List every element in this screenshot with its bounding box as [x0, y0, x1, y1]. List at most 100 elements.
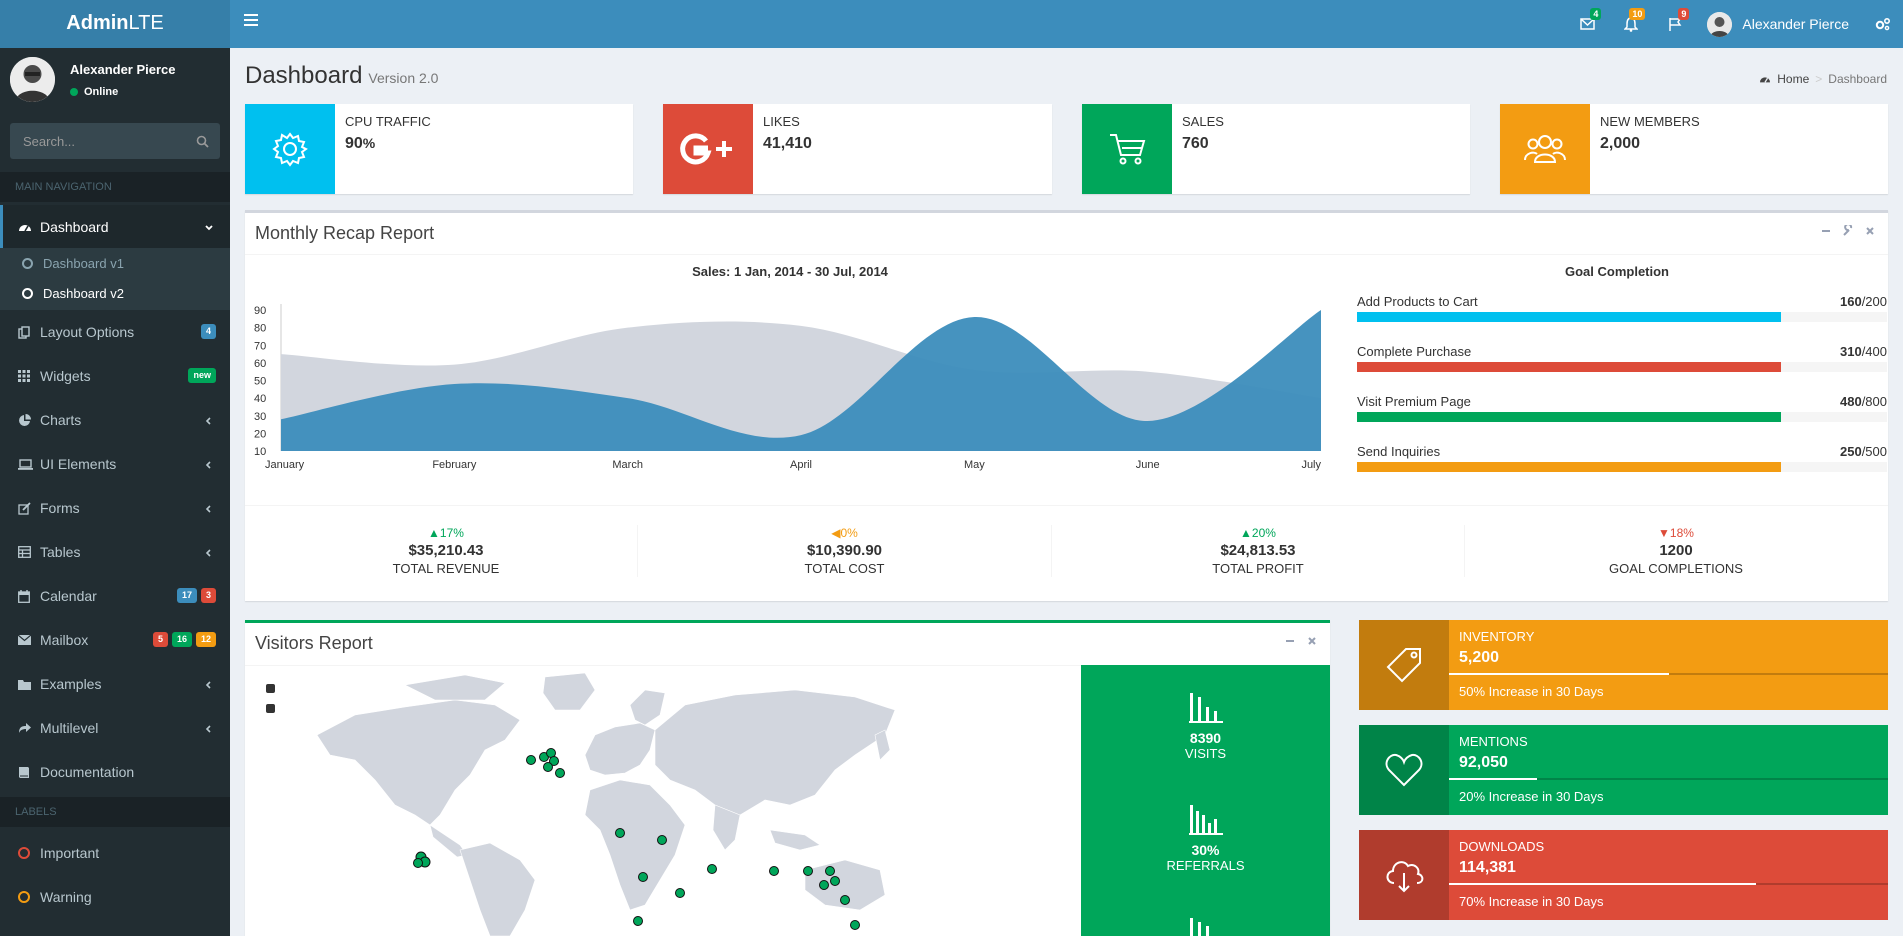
notifications-badge: 10 — [1629, 8, 1646, 20]
page-title: Dashboard — [245, 62, 363, 89]
calendar-badge-red: 3 — [200, 588, 216, 603]
inventory-box: INVENTORY 5,200 50% Increase in 30 Days — [1359, 620, 1888, 710]
minus-icon[interactable] — [1820, 225, 1832, 237]
sidebar-item-mailbox[interactable]: Mailbox 5 16 12 — [0, 618, 230, 662]
downloads-progress — [1449, 883, 1757, 885]
chevron-left-icon — [204, 501, 214, 517]
sidebar-item-multilevel[interactable]: Multilevel — [0, 706, 230, 750]
shopping-cart-icon — [1082, 104, 1172, 194]
sidebar-item-documentation[interactable]: Documentation — [0, 750, 230, 794]
circle-icon — [22, 257, 33, 269]
sidebar-item-forms[interactable]: Forms — [0, 486, 230, 530]
chart-y-tick: 50 — [254, 376, 266, 388]
bar-chart-icon-partial — [1081, 918, 1330, 936]
sidebar-item-examples[interactable]: Examples — [0, 662, 230, 706]
caret-down-icon: ▼ — [1658, 526, 1670, 540]
chart-y-tick: 30 — [254, 411, 266, 423]
sidebar-item-layout-options[interactable]: Layout Options 4 — [0, 310, 230, 354]
book-icon — [18, 766, 40, 779]
mailbox-badge-green: 16 — [171, 632, 192, 647]
mentions-progress — [1449, 778, 1537, 780]
sidebar-item-charts[interactable]: Charts — [0, 398, 230, 442]
goal-add-to-cart: Add Products to Cart 160/200 — [1357, 294, 1887, 322]
inventory-progress — [1449, 673, 1669, 675]
user-panel: Alexander Pierce Online — [0, 48, 230, 116]
mailbox-badge-red: 5 — [152, 632, 168, 647]
world-map[interactable] — [245, 665, 1081, 936]
chart-y-tick: 10 — [254, 446, 266, 458]
info-box-label: SALES — [1182, 114, 1224, 129]
sidebar-subitem-dashboard-v2[interactable]: Dashboard v2 — [0, 278, 230, 308]
info-box-likes: LIKES 41,410 — [663, 104, 1052, 194]
wrench-icon[interactable] — [1842, 225, 1854, 237]
chevron-left-icon — [204, 677, 214, 693]
tag-icon — [1359, 620, 1449, 710]
user-status: Online — [70, 86, 118, 98]
main-navigation-header: MAIN NAVIGATION — [0, 172, 230, 202]
goal-progress-fill — [1357, 362, 1781, 372]
close-icon[interactable] — [1864, 225, 1876, 237]
stat-total-revenue: ▲17% $35,210.43 TOTAL REVENUE — [392, 526, 500, 576]
chart-x-tick: April — [790, 459, 812, 471]
sidebar-item-widgets[interactable]: Widgets new — [0, 354, 230, 398]
widgets-badge: new — [188, 368, 216, 383]
th-icon — [18, 370, 40, 382]
sidebar-item-ui-elements[interactable]: UI Elements — [0, 442, 230, 486]
sidebar-item-calendar[interactable]: Calendar 17 3 — [0, 574, 230, 618]
envelope-icon — [18, 635, 40, 645]
goal-progress-fill — [1357, 462, 1781, 472]
info-box-label: NEW MEMBERS — [1600, 114, 1700, 129]
notifications-button[interactable]: 10 — [1609, 0, 1653, 48]
sidebar-item-tables[interactable]: Tables — [0, 530, 230, 574]
user-menu[interactable]: Alexander Pierce — [1697, 0, 1863, 48]
sidebar-search-input[interactable]: Search... — [10, 123, 220, 159]
labels-header: LABELS — [0, 797, 230, 827]
info-box-cpu-traffic: CPU TRAFFIC 90% — [245, 104, 633, 194]
visits-stat: 8390 VISITS — [1081, 693, 1330, 761]
referrals-stat: 30% REFERRALS — [1081, 805, 1330, 873]
sidebar-subitem-dashboard-v1[interactable]: Dashboard v1 — [0, 248, 230, 278]
goal-progress-fill — [1357, 312, 1781, 322]
share-icon — [18, 722, 40, 734]
goal-send-inquiries: Send Inquiries 250/500 — [1357, 444, 1887, 472]
app-logo[interactable]: AdminLTE — [0, 0, 230, 48]
chart-x-tick: January — [265, 459, 305, 471]
mailbox-badge-yellow: 12 — [195, 632, 216, 647]
top-navbar: 4 10 9 Alexander Pierce — [230, 0, 1903, 48]
breadcrumb-home-link[interactable]: Home — [1777, 72, 1809, 86]
messages-button[interactable]: 4 — [1565, 0, 1609, 48]
control-sidebar-button[interactable] — [1863, 0, 1903, 48]
dashboard-icon — [18, 221, 40, 233]
minus-icon[interactable] — [1284, 635, 1296, 647]
bar-chart-icon — [1188, 693, 1223, 723]
search-icon[interactable] — [184, 135, 220, 148]
info-box-value: 90% — [345, 135, 376, 152]
pie-chart-icon — [18, 413, 40, 427]
circle-yellow-icon — [18, 891, 30, 903]
sidebar-label-important[interactable]: Important — [0, 831, 230, 875]
chart-title: Sales: 1 Jan, 2014 - 30 Jul, 2014 — [692, 264, 888, 279]
circle-red-icon — [18, 847, 30, 859]
chevron-left-icon — [204, 413, 214, 429]
stat-total-profit: ▲20% $24,813.53 TOTAL PROFIT — [1212, 526, 1304, 576]
zoom-in-button[interactable] — [266, 684, 275, 693]
goal-visit-premium: Visit Premium Page 480/800 — [1357, 394, 1887, 422]
chart-x-tick: June — [1136, 459, 1160, 471]
sidebar-item-dashboard[interactable]: Dashboard — [0, 205, 230, 249]
info-box-sales: SALES 760 — [1082, 104, 1470, 194]
info-box-label: LIKES — [763, 114, 800, 129]
sidebar-toggle-icon[interactable] — [244, 14, 258, 30]
chart-y-tick: 60 — [254, 358, 266, 370]
chevron-down-icon — [204, 220, 214, 236]
zoom-out-button[interactable] — [266, 704, 275, 713]
dashboard-submenu: Dashboard v1 Dashboard v2 — [0, 248, 230, 310]
close-icon[interactable] — [1306, 635, 1318, 647]
info-box-value: 2,000 — [1600, 135, 1641, 152]
chart-x-tick: May — [964, 459, 985, 471]
breadcrumb: Home > Dashboard — [1759, 72, 1887, 86]
chart-x-tick: July — [1301, 459, 1321, 471]
tasks-button[interactable]: 9 — [1653, 0, 1697, 48]
chart-y-tick: 80 — [254, 323, 266, 335]
sidebar-label-warning[interactable]: Warning — [0, 875, 230, 919]
visits-panel: 8390 VISITS 30% REFERRALS — [1081, 665, 1330, 936]
